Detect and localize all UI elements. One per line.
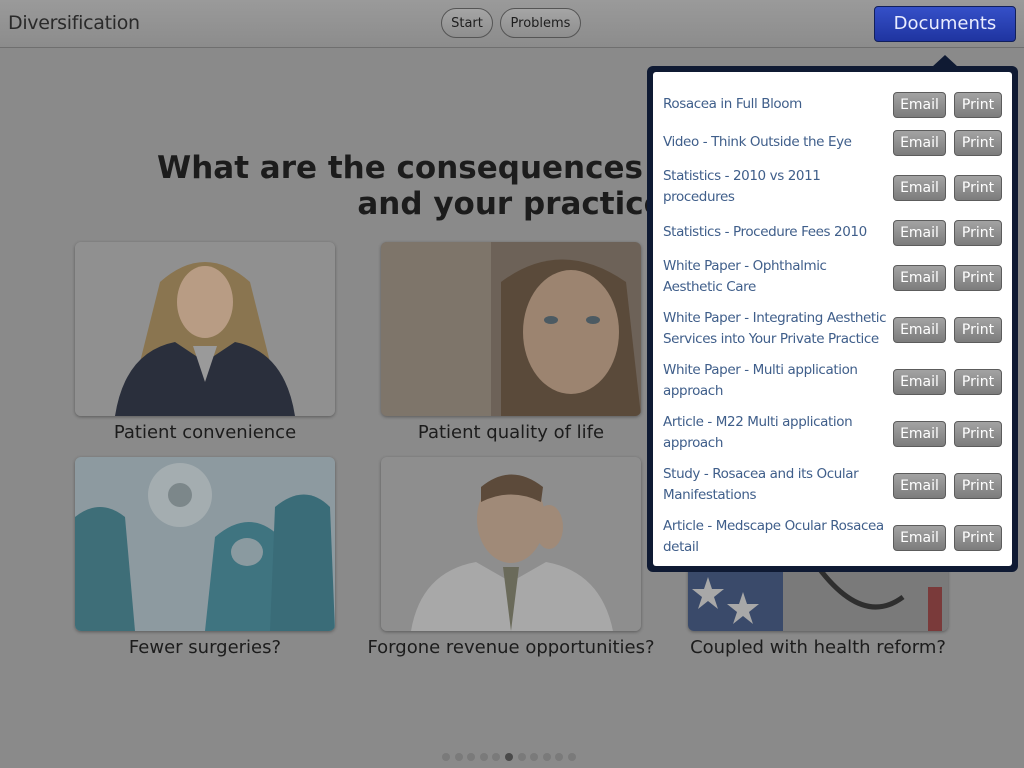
document-title[interactable]: Statistics - Procedure Fees 2010 [663,222,887,243]
caption-patient-convenience: Patient convenience [113,422,297,443]
app-title: Diversification [8,12,140,34]
document-title[interactable]: Article - Medscape Ocular Rosacea detail [663,516,887,558]
documents-popover: Rosacea in Full Bloom Email Print Video … [647,66,1018,572]
surgeons-operating-room-image [75,457,335,631]
document-title[interactable]: White Paper - Ophthalmic Aesthetic Care [663,256,887,298]
email-button[interactable]: Email [893,525,946,551]
email-button[interactable]: Email [893,130,946,156]
document-title[interactable]: Rosacea in Full Bloom [663,94,887,115]
print-button[interactable]: Print [954,175,1002,201]
caption-patient-quality-of-life: Patient quality of life [417,422,605,443]
page-dot[interactable] [505,753,513,761]
caption-forgone-revenue: Forgone revenue opportunities? [367,637,655,658]
document-title[interactable]: Video - Think Outside the Eye [663,132,887,153]
page-dot[interactable] [479,753,488,761]
page-dot[interactable] [542,753,551,761]
print-button[interactable]: Print [954,92,1002,118]
print-button[interactable]: Print [954,421,1002,447]
page-dot[interactable] [568,753,576,761]
start-button[interactable]: Start [441,8,493,38]
print-button[interactable]: Print [954,265,1002,291]
print-button[interactable]: Print [954,525,1002,551]
page-dot[interactable] [442,753,450,761]
print-button[interactable]: Print [954,369,1002,395]
email-button[interactable]: Email [893,265,946,291]
image-card-fewer-surgeries[interactable] [75,457,335,631]
document-title[interactable]: Statistics - 2010 vs 2011 procedures [663,166,887,208]
email-button[interactable]: Email [893,220,946,246]
image-card-patient-convenience[interactable] [75,242,335,416]
page-dot[interactable] [492,753,501,761]
page-dot[interactable] [454,753,463,761]
top-bar: Diversification Start Problems Documents [0,0,1024,48]
page-dot[interactable] [555,753,564,761]
document-title[interactable]: White Paper - Multi application approach [663,360,887,402]
email-button[interactable]: Email [893,369,946,395]
documents-list: Rosacea in Full Bloom Email Print Video … [653,72,1012,566]
frustrated-woman-image [75,242,335,416]
image-card-forgone-revenue[interactable] [381,457,641,631]
print-button[interactable]: Print [954,130,1002,156]
print-button[interactable]: Print [954,317,1002,343]
email-button[interactable]: Email [893,473,946,499]
print-button[interactable]: Print [954,220,1002,246]
documents-button[interactable]: Documents [874,6,1016,42]
tired-doctor-image [381,457,641,631]
email-button[interactable]: Email [893,92,946,118]
print-button[interactable]: Print [954,473,1002,499]
document-title[interactable]: White Paper - Integrating Aesthetic Serv… [663,308,887,350]
page-dot[interactable] [517,753,526,761]
document-title[interactable]: Study - Rosacea and its Ocular Manifesta… [663,464,887,506]
caption-fewer-surgeries: Fewer surgeries? [128,637,282,658]
document-title[interactable]: Article - M22 Multi application approach [663,412,887,454]
email-button[interactable]: Email [893,317,946,343]
caption-health-reform: Coupled with health reform? [690,637,946,658]
email-button[interactable]: Email [893,421,946,447]
email-button[interactable]: Email [893,175,946,201]
page-dot[interactable] [467,753,476,761]
image-card-patient-quality-of-life[interactable] [381,242,641,416]
page-dot[interactable] [530,753,539,761]
sad-woman-portrait-image [381,242,641,416]
problems-button[interactable]: Problems [500,8,581,38]
